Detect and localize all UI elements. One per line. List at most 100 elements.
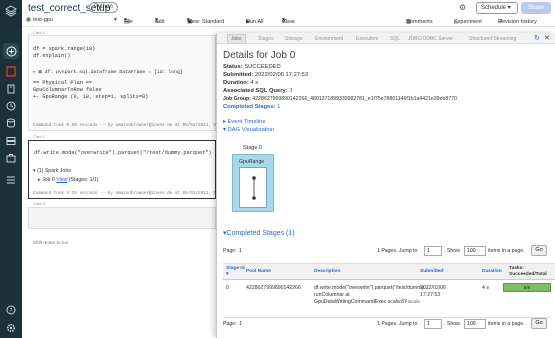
close-icon[interactable]: ✕ xyxy=(544,34,550,42)
pages-text-top: 1 Pages. Jump to xyxy=(377,248,418,254)
status-label: Status: xyxy=(223,64,243,70)
workspace-icon[interactable] xyxy=(3,63,19,79)
expanded-arrow-icon: ▾ xyxy=(223,127,226,133)
dag-operator-node[interactable] xyxy=(239,167,267,208)
go-button-bottom[interactable]: Go xyxy=(531,318,547,329)
clear-menu[interactable]: ✗ Clear ▾ xyxy=(282,17,295,25)
view-label: View: Standard xyxy=(187,19,225,25)
job-group-value: 4228627999890142266_4801371899339982781_… xyxy=(252,96,457,102)
row-submitted-time: 17:27:53 xyxy=(420,292,441,298)
cluster-chevron-icon[interactable]: ▾ xyxy=(114,17,117,23)
cell-3[interactable] xyxy=(28,207,216,229)
submitted-row: Submitted: 2022/02/06 17:27:53 xyxy=(223,72,308,78)
tab-sql[interactable]: SQL xyxy=(390,36,400,42)
language-pill[interactable]: Python xyxy=(89,2,118,13)
models-icon[interactable] xyxy=(3,172,19,188)
dag-visualization-toggle[interactable]: ▾ DAG Visualization xyxy=(223,127,274,133)
schedule-button[interactable]: Schedule ▾ xyxy=(476,2,518,14)
experiment-label: Experiment xyxy=(454,19,482,25)
cluster-selector[interactable]: test-gpu xyxy=(33,17,53,23)
chevron-down-icon: ▾ xyxy=(507,5,511,11)
col-tasks[interactable]: Tasks: Succeeded/Total xyxy=(509,266,555,277)
completed-stages-section-label: Completed Stages (1) xyxy=(226,230,295,237)
job-details-heading: Details for Job 0 xyxy=(223,50,296,61)
repos-icon[interactable] xyxy=(3,81,19,97)
row-submitted-date: 2022/02/06 xyxy=(420,285,446,291)
completed-stages-section-toggle[interactable]: ▾Completed Stages (1) xyxy=(223,229,295,237)
row-duration: 4 s xyxy=(482,285,489,291)
page-size-input-bottom[interactable]: 100 xyxy=(464,319,486,329)
cell-2-code[interactable]: df.write.mode("overwrite").parquet("/tes… xyxy=(34,150,211,156)
tab-storage[interactable]: Storage xyxy=(285,36,303,42)
physical-plan-line-1: GpuColumnarToRow false xyxy=(33,87,102,93)
job-group-row: Job Group: 4228627999890142266_480137189… xyxy=(223,96,457,102)
tab-jdbc-odbc-server[interactable]: JDBC/ODBC Server xyxy=(408,36,453,42)
svg-text:?: ? xyxy=(9,307,12,314)
compute-icon[interactable] xyxy=(3,133,19,149)
file-menu[interactable]: ▤ File ▾ xyxy=(124,17,133,25)
status-row: Status: SUCCEEDED xyxy=(223,64,281,70)
file-label: File xyxy=(124,19,133,25)
sql-query-link[interactable]: 3 xyxy=(289,88,292,94)
refresh-icon[interactable]: ↻ xyxy=(534,34,540,42)
spark-jobs-toggle[interactable]: ▾ (1) Spark Jobs xyxy=(33,168,71,174)
row-run-columnar-link[interactable]: runColumnar at xyxy=(314,292,350,298)
completed-stages-row[interactable]: Completed Stages: 1 xyxy=(223,104,280,110)
jobs-icon[interactable] xyxy=(3,150,19,166)
tab-executors[interactable]: Executors xyxy=(356,36,378,42)
cell-1-code-line-1[interactable]: df = spark.range(10) xyxy=(33,46,95,52)
edit-menu[interactable]: ✎ Edit ▾ xyxy=(155,17,164,25)
dag-edge-icon xyxy=(252,176,256,200)
tasks-progress-label: 8/8 xyxy=(523,285,531,290)
gear-icon[interactable]: ⚙ xyxy=(459,3,466,12)
edit-label: Edit xyxy=(155,19,165,25)
create-icon[interactable] xyxy=(3,43,19,59)
page-1-link-bottom[interactable]: 1 xyxy=(239,321,242,327)
col-submitted[interactable]: Submitted xyxy=(420,269,443,275)
event-timeline-label: Event Timeline xyxy=(227,119,266,125)
event-timeline-toggle[interactable]: ▸ Event Timeline xyxy=(223,119,266,125)
dag-visualization-label: DAG Visualization xyxy=(227,127,275,133)
completed-stages-label: Completed Stages: xyxy=(223,104,276,110)
duration-row: Duration: 4 s xyxy=(223,80,258,86)
jump-to-input-bottom[interactable]: 1 xyxy=(424,319,442,329)
expand-icon[interactable]: ▸ xyxy=(38,177,41,183)
comments-label: Comments xyxy=(406,19,433,25)
databricks-logo-icon[interactable] xyxy=(3,3,19,19)
col-pool-name[interactable]: Pool Name xyxy=(246,269,271,275)
col-duration[interactable]: Duration xyxy=(482,269,502,275)
recents-icon[interactable] xyxy=(3,98,19,114)
data-icon[interactable] xyxy=(3,115,19,131)
page-1-link-top[interactable]: 1 xyxy=(239,248,242,254)
table-bottom-divider xyxy=(223,317,550,318)
tab-environment[interactable]: Environment xyxy=(315,36,343,42)
status-value: SUCCEEDED xyxy=(244,64,281,70)
stages-count: (Stages: 1/1) xyxy=(68,177,99,183)
cell-1-code-line-2[interactable]: df.explain() xyxy=(33,53,70,59)
table-icon: ▦ xyxy=(38,70,42,75)
settings-icon[interactable] xyxy=(3,320,19,336)
col-description[interactable]: Description xyxy=(314,269,340,275)
sql-query-row: Associated SQL Query: 3 xyxy=(223,88,293,94)
share-button[interactable]: Share xyxy=(521,2,551,14)
page-size-input-top[interactable]: 100 xyxy=(464,246,486,256)
col-stage-id[interactable]: Stage Id ▾ xyxy=(226,266,248,277)
view-menu[interactable]: ▣ View: Standard ▾ xyxy=(187,17,224,25)
clear-label: Clear xyxy=(282,19,296,25)
tasks-progress-bar: 8/8 xyxy=(503,283,551,292)
row-exec-link[interactable]: GpuDataWritingCommandExec.scala:87 xyxy=(314,299,407,305)
details-toggle[interactable]: +details xyxy=(405,299,420,305)
cluster-status-icon xyxy=(26,17,31,24)
jump-to-input-top[interactable]: 1 xyxy=(424,246,442,256)
dataframe-schema[interactable]: ▸ ▦ df: pyspark.sql.dataframe.DataFrame … xyxy=(33,70,183,75)
row-pool-link[interactable]: 4228627999890142266 xyxy=(246,285,301,291)
page-label-top: Page: xyxy=(223,248,237,254)
go-button-top[interactable]: Go xyxy=(531,245,547,256)
help-icon[interactable]: ? xyxy=(3,302,19,318)
tab-jobs[interactable]: Jobs xyxy=(227,34,246,44)
tab-stages[interactable]: Stages xyxy=(258,36,274,42)
physical-plan-line-2: +- GpuRange (0, 10, step=1, splits=8) xyxy=(33,94,149,100)
job-label: Job 0 xyxy=(42,177,55,183)
tab-structured-streaming[interactable]: Structured Streaming xyxy=(469,36,516,42)
view-job-link[interactable]: View xyxy=(56,177,67,183)
